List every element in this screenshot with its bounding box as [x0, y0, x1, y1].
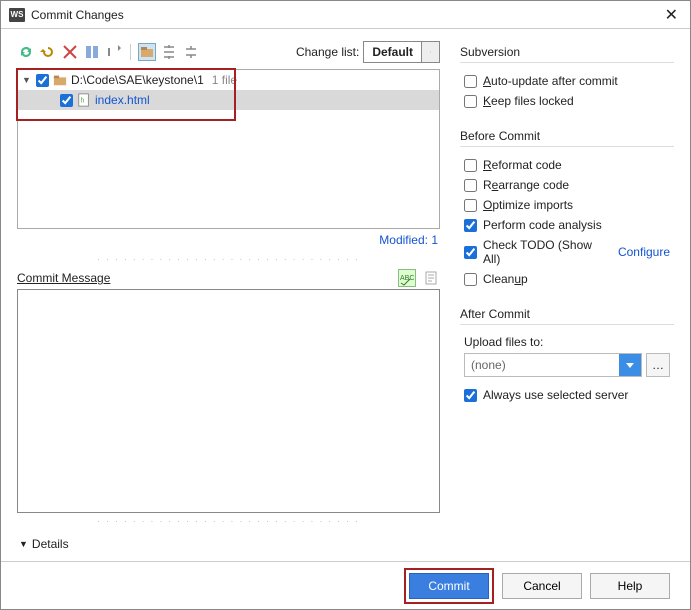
- reformat-checkbox[interactable]: [464, 159, 477, 172]
- commit-button[interactable]: Commit: [409, 573, 489, 599]
- collapse-all-icon[interactable]: [182, 43, 200, 61]
- chevron-down-icon[interactable]: [619, 354, 641, 376]
- optimize-checkbox[interactable]: [464, 199, 477, 212]
- file-tree[interactable]: ▼ D:\Code\SAE\keystone\1 1 file h index.…: [17, 69, 440, 229]
- root-path: D:\Code\SAE\keystone\1: [71, 73, 204, 87]
- svg-text:ABC: ABC: [400, 275, 414, 282]
- auto-update-label: Auto-update after commit: [483, 74, 618, 88]
- folder-icon: [53, 73, 67, 87]
- diff-icon[interactable]: [83, 43, 101, 61]
- chevron-down-icon[interactable]: [421, 42, 439, 62]
- changelist-label: Change list:: [296, 45, 359, 59]
- keep-locked-label: Keep files locked: [483, 94, 574, 108]
- modified-count: Modified: 1: [17, 229, 440, 251]
- details-toggle[interactable]: ▼ Details: [17, 531, 440, 557]
- chevron-right-icon: ▼: [19, 539, 28, 549]
- always-use-label: Always use selected server: [483, 388, 628, 402]
- keep-locked-checkbox[interactable]: [464, 95, 477, 108]
- upload-label: Upload files to:: [460, 333, 674, 353]
- reformat-label: Reformat code: [483, 158, 562, 172]
- window-title: Commit Changes: [31, 8, 124, 22]
- toolbar: Change list: Default: [17, 41, 440, 63]
- upload-more-button[interactable]: …: [646, 353, 670, 377]
- group-by-icon[interactable]: [138, 43, 156, 61]
- after-commit-section-title: After Commit: [460, 307, 674, 325]
- analysis-checkbox[interactable]: [464, 219, 477, 232]
- auto-update-checkbox[interactable]: [464, 75, 477, 88]
- rearrange-label: Rearrange code: [483, 178, 569, 192]
- before-commit-section-title: Before Commit: [460, 129, 674, 147]
- file-name: index.html: [95, 93, 150, 107]
- cleanup-checkbox[interactable]: [464, 273, 477, 286]
- move-icon[interactable]: [105, 43, 123, 61]
- close-icon[interactable]: ✕: [661, 5, 682, 25]
- file-checkbox[interactable]: [60, 94, 73, 107]
- commit-message-input[interactable]: [17, 289, 440, 513]
- history-icon[interactable]: [422, 269, 440, 287]
- todo-label: Check TODO (Show All): [483, 238, 608, 266]
- delete-icon[interactable]: [61, 43, 79, 61]
- help-button[interactable]: Help: [590, 573, 670, 599]
- changelist-value: Default: [364, 45, 421, 59]
- configure-link[interactable]: Configure: [618, 245, 670, 259]
- root-info: 1 file: [212, 73, 237, 87]
- upload-select[interactable]: (none): [464, 353, 642, 377]
- spellcheck-icon[interactable]: ABC: [398, 269, 416, 287]
- revert-icon[interactable]: [39, 43, 57, 61]
- upload-value: (none): [465, 358, 619, 372]
- optimize-label: Optimize imports: [483, 198, 573, 212]
- analysis-label: Perform code analysis: [483, 218, 602, 232]
- subversion-section-title: Subversion: [460, 45, 674, 63]
- html-file-icon: h: [77, 93, 91, 107]
- changelist-combo[interactable]: Default: [363, 41, 440, 63]
- todo-checkbox[interactable]: [464, 246, 477, 259]
- cancel-button[interactable]: Cancel: [502, 573, 582, 599]
- commit-message-label: CCommit Messageommit Message: [17, 271, 110, 285]
- always-use-checkbox[interactable]: [464, 389, 477, 402]
- root-checkbox[interactable]: [36, 74, 49, 87]
- expand-all-icon[interactable]: [160, 43, 178, 61]
- app-icon: WS: [9, 8, 25, 22]
- rearrange-checkbox[interactable]: [464, 179, 477, 192]
- details-label: Details: [32, 537, 69, 551]
- expander-icon[interactable]: ▼: [22, 75, 32, 85]
- svg-text:h: h: [81, 98, 85, 105]
- cleanup-label: Cleanup: [483, 272, 528, 286]
- refresh-icon[interactable]: [17, 43, 35, 61]
